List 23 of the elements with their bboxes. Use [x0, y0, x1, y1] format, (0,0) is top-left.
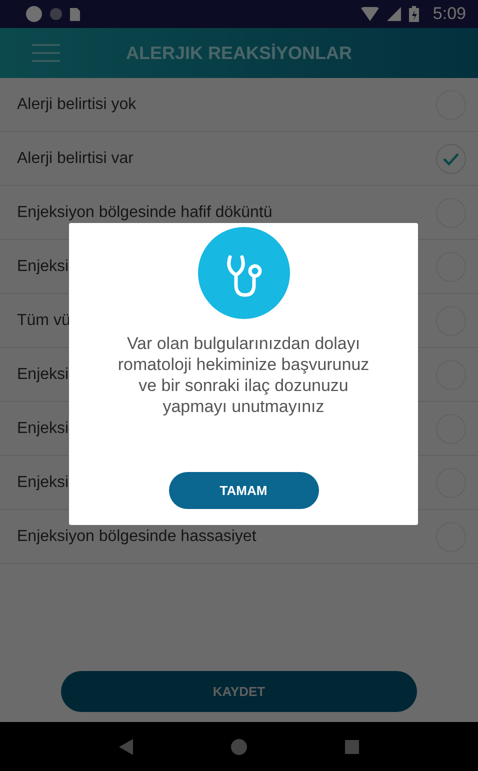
menu-button[interactable]	[32, 44, 60, 62]
dialog-message: Var olan bulgularınızdan dolayı romatoloji hekiminize başvurunuz ve bir sonraki ilaç dozunuzu yapmayı unutmayınız	[116, 333, 370, 417]
option-label: Alerji belirtisi var	[17, 150, 134, 168]
option-label: Enjeksi	[17, 366, 69, 384]
screen-title: ALERJIK REAKSİYONLAR	[126, 42, 352, 64]
sd-card-icon	[70, 8, 80, 20]
option-label: Alerji belirtisi yok	[17, 96, 136, 114]
battery-icon	[408, 6, 419, 22]
save-button[interactable]: KAYDET	[61, 671, 417, 712]
option-label: Enjeksiyon bölgesinde hafif döküntü	[17, 204, 272, 222]
ok-button[interactable]: TAMAM	[168, 472, 318, 509]
option-label: Enjeksi	[17, 474, 69, 492]
stethoscope-icon	[198, 227, 290, 319]
option-label: Enjeksi	[17, 258, 69, 276]
wifi-icon	[360, 7, 379, 21]
radio-button[interactable]	[436, 144, 466, 174]
clock: 5:09	[432, 4, 466, 24]
check-icon	[442, 152, 460, 166]
option-label: Enjeksiyon bölgesinde hassasiyet	[17, 528, 256, 546]
circle-icon	[26, 6, 42, 22]
option-label: Enjeksi	[17, 420, 69, 438]
circle-icon	[50, 8, 62, 20]
signal-icon	[386, 7, 401, 21]
